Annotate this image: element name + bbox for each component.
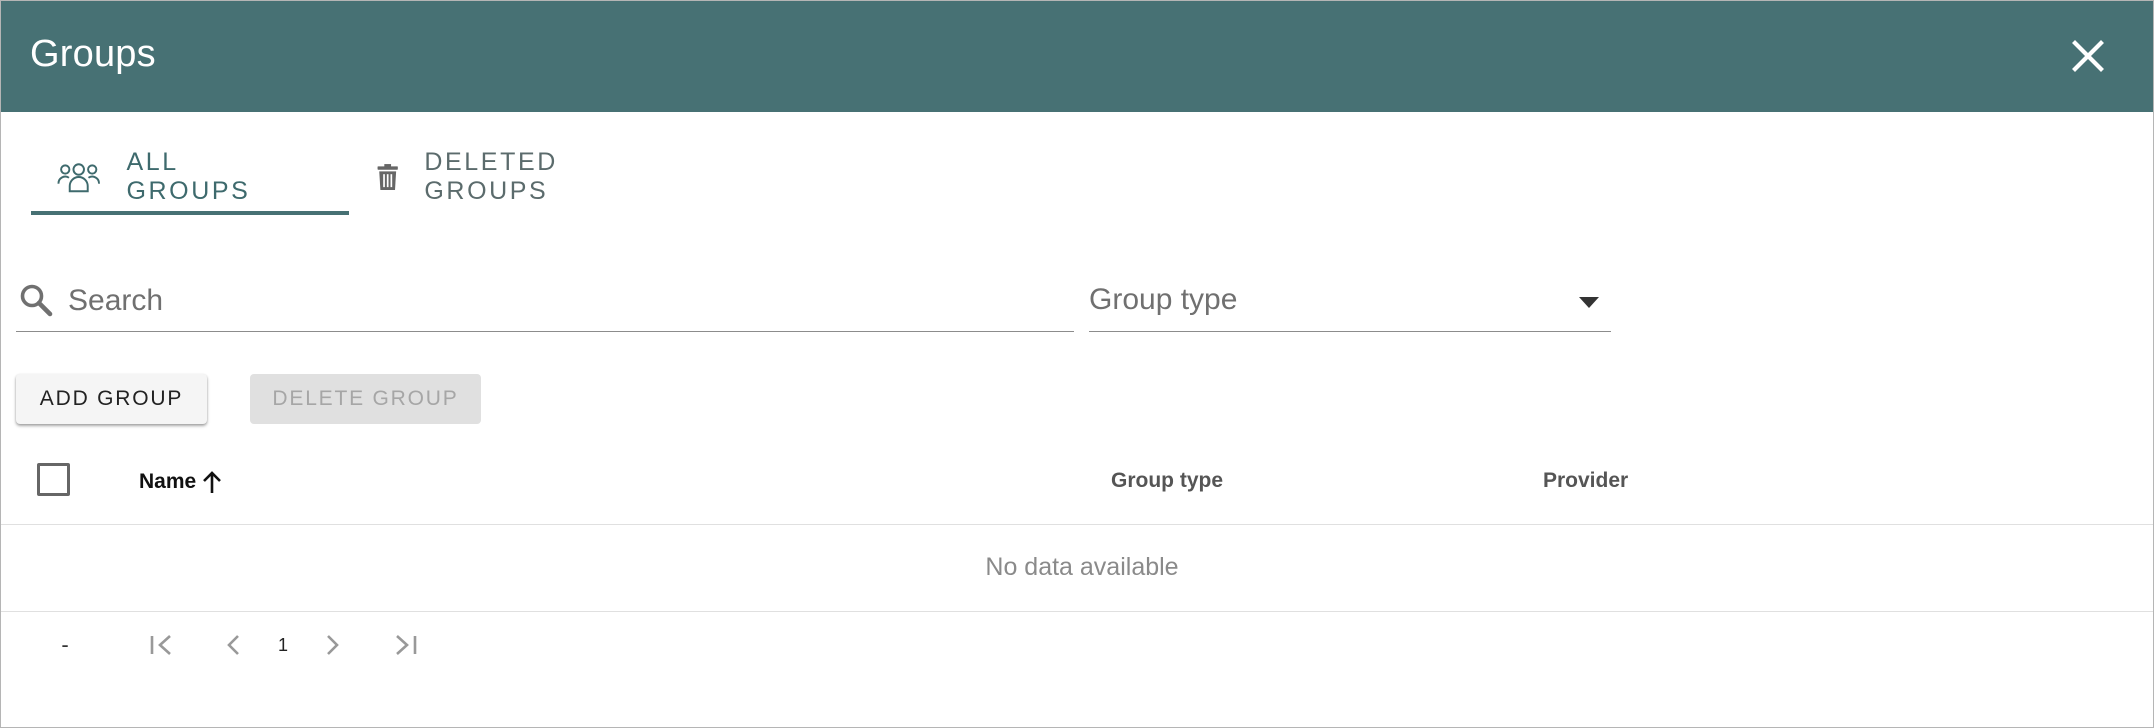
group-type-select[interactable]: Group type: [1089, 273, 1611, 332]
tab-deleted-groups[interactable]: DELETED GROUPS: [377, 141, 575, 213]
chevron-left-icon: [227, 635, 239, 655]
next-page-button[interactable]: [317, 621, 347, 669]
caret-down-icon: [1579, 297, 1599, 308]
last-page-button[interactable]: [389, 621, 421, 669]
trash-icon: [377, 164, 398, 190]
current-page-number[interactable]: 1: [273, 621, 293, 669]
delete-group-button[interactable]: DELETE GROUP: [250, 374, 481, 424]
column-header-group-type[interactable]: Group type: [1111, 469, 1223, 493]
search-input[interactable]: [66, 277, 1060, 325]
groups-dialog: Groups ALL GROUPS DELETED GROUPS Search …: [0, 0, 2154, 728]
tab-deleted-groups-label: DELETED GROUPS: [424, 148, 558, 205]
empty-state-text: No data available: [985, 553, 1179, 581]
column-header-name-label: Name: [139, 470, 197, 493]
dialog-header: Groups: [1, 1, 2153, 112]
pagination: - 1: [1, 621, 601, 669]
search-icon: [20, 284, 53, 317]
group-type-select-label: Group type: [1089, 283, 1238, 316]
empty-table-row: No data available: [1, 525, 2153, 612]
first-page-icon: [150, 635, 171, 655]
tab-all-groups[interactable]: ALL GROUPS: [57, 141, 265, 213]
close-icon: [2072, 40, 2104, 72]
column-header-name[interactable]: Name: [139, 469, 225, 495]
search-field: [16, 273, 1074, 332]
dialog-title: Groups: [30, 33, 156, 75]
page-range-text: -: [61, 632, 69, 657]
sort-ascending-icon: [203, 471, 222, 493]
column-header-provider[interactable]: Provider: [1543, 469, 1628, 493]
close-button[interactable]: [2069, 37, 2107, 75]
add-group-button[interactable]: ADD GROUP: [16, 374, 207, 424]
tab-all-groups-label: ALL GROUPS: [126, 148, 251, 205]
people-group-icon: [57, 163, 100, 193]
table-header: Name Group type Provider: [1, 449, 2153, 525]
last-page-icon: [396, 635, 417, 655]
active-tab-indicator: [31, 211, 349, 215]
previous-page-button[interactable]: [219, 621, 249, 669]
select-all-checkbox[interactable]: [37, 463, 70, 496]
first-page-button[interactable]: [147, 621, 177, 669]
chevron-right-icon: [327, 635, 339, 655]
